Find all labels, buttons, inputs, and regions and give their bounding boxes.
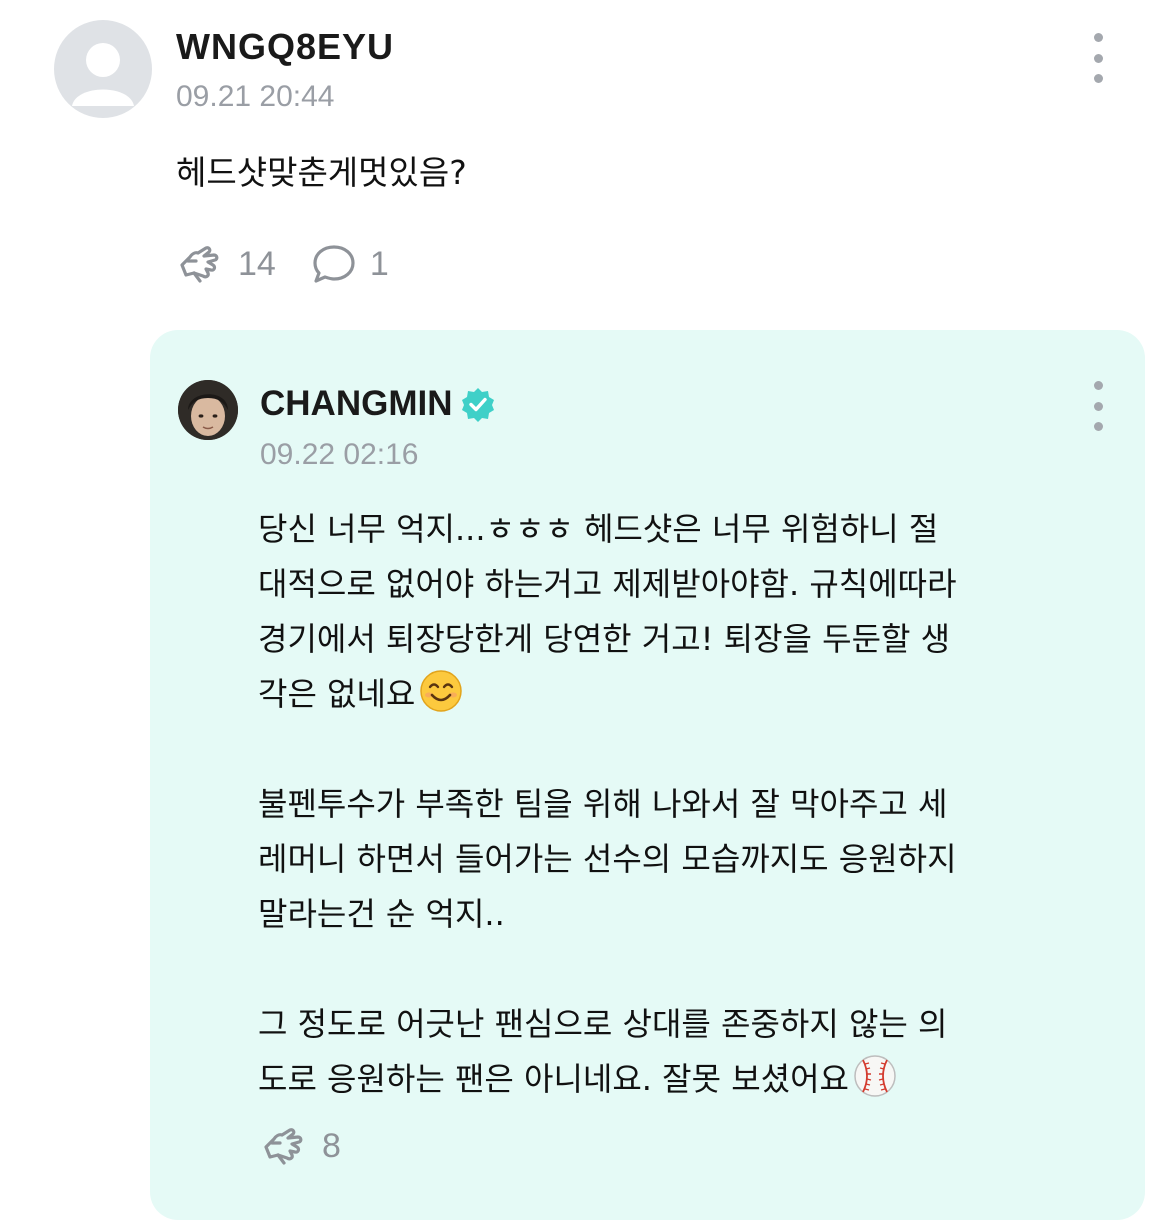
like-button[interactable]: 8 <box>260 1125 341 1167</box>
artist-name-row: CHANGMIN <box>260 384 496 424</box>
reply-paragraph: 그 정도로 어긋난 팬심으로 상대를 존중하지 않는 의 도로 응원하는 팬은 … <box>258 1005 948 1098</box>
reply-count: 1 <box>369 244 389 283</box>
more-vertical-icon[interactable] <box>1088 33 1108 83</box>
more-vertical-icon[interactable] <box>1088 381 1108 431</box>
comment-actions: 14 1 <box>176 243 389 285</box>
reply-actions: 8 <box>260 1125 341 1167</box>
artist-username[interactable]: CHANGMIN <box>260 384 452 424</box>
reply-card: CHANGMIN 09.22 02:16 당신 너무 억지...ㅎㅎㅎ 헤드샷은… <box>150 330 1145 1220</box>
reply-text: 당신 너무 억지...ㅎㅎㅎ 헤드샷은 너무 위험하니 절 대적으로 없어야 하… <box>258 502 1118 1107</box>
reply-bubble-icon <box>313 245 355 283</box>
baseball-emoji-icon <box>854 1055 896 1097</box>
smile-emoji-icon <box>420 670 463 712</box>
like-count: 14 <box>238 244 276 283</box>
like-hand-icon <box>264 1128 303 1165</box>
like-count: 8 <box>322 1126 341 1165</box>
comment: WNGQ8EYU 09.21 20:44 헤드샷맞춘게멋있음? 14 1 <box>0 0 1173 330</box>
default-avatar-icon[interactable] <box>54 20 152 118</box>
verified-badge-icon <box>462 388 495 422</box>
comment-timestamp: 09.21 20:44 <box>176 80 335 113</box>
reply-paragraph: 당신 너무 억지...ㅎㅎㅎ 헤드샷은 너무 위험하니 절 대적으로 없어야 하… <box>258 510 957 713</box>
reply-paragraph: 불펜투수가 부족한 팀을 위해 나와서 잘 막아주고 세 레머니 하면서 들어가… <box>258 785 957 933</box>
avatar-photo[interactable] <box>178 380 238 440</box>
reply-button[interactable]: 1 <box>312 243 389 285</box>
reply-timestamp: 09.22 02:16 <box>260 438 419 471</box>
comment-text: 헤드샷맞춘게멋있음? <box>176 153 467 192</box>
like-button[interactable]: 14 <box>176 243 276 285</box>
like-hand-icon <box>180 246 219 283</box>
comment-username[interactable]: WNGQ8EYU <box>176 26 394 68</box>
